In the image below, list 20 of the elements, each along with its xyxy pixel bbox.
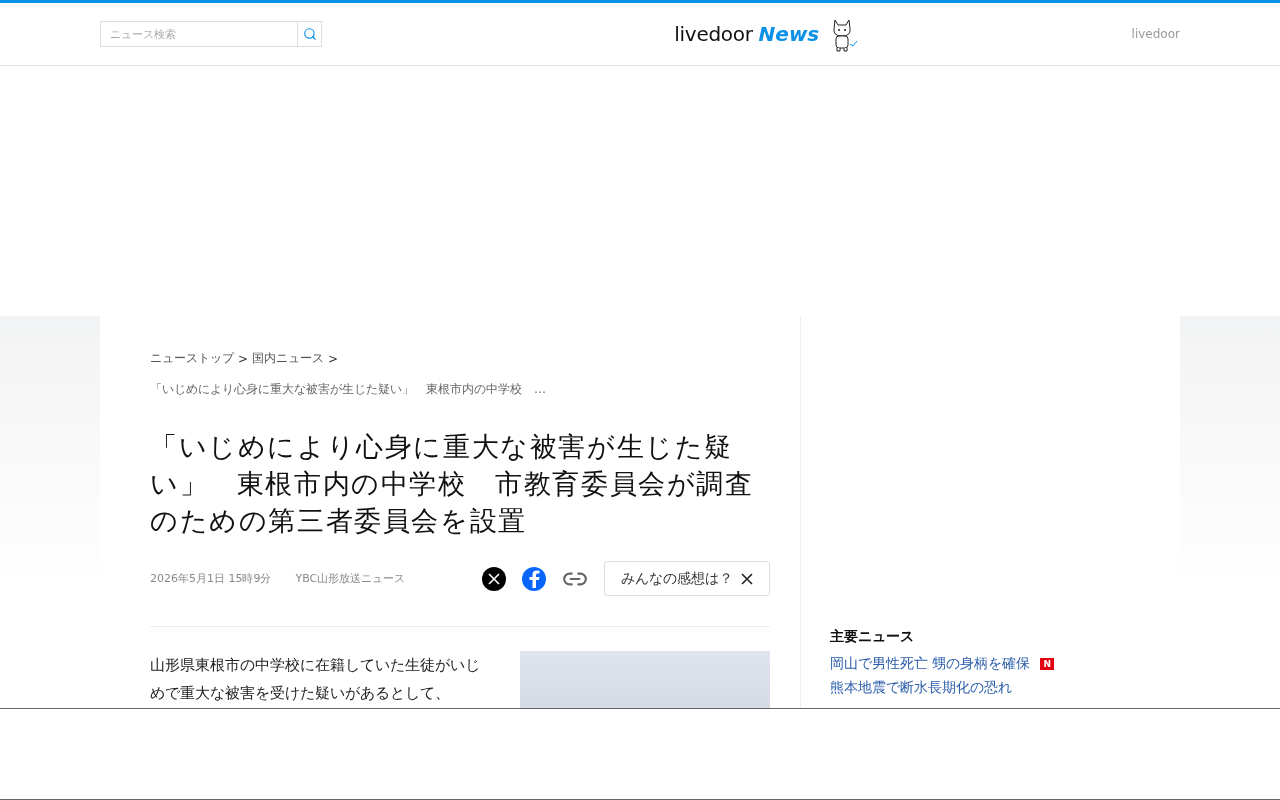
breadcrumb-link[interactable]: 国内ニュース [252,350,325,367]
breadcrumb-separator: > [328,351,339,366]
news-link[interactable]: 熊本地震で断水長期化の恐れ [830,679,1012,697]
facebook-share-icon[interactable] [522,566,546,591]
section-heading: 主要ニュース [830,628,915,646]
article-body: 山形県東根市の中学校に在籍していた生徒がいじめで重大な被害を受けた疑いがあるとして、 [150,655,481,704]
news-link[interactable]: 岡山で男性死亡 甥の身柄を確保 [830,655,1031,673]
logo[interactable]: livedoor News [674,22,820,46]
x-icon [741,572,753,585]
breadcrumb-separator: > [238,351,249,366]
reaction-button[interactable]: みんなの感想は？ [604,561,770,596]
article-date: 2026年5月1日 15時9分 [150,571,272,586]
search-field[interactable]: ニュース検索 [100,21,322,47]
breadcrumb-link[interactable]: ニューストップ [150,350,234,367]
breadcrumb-current: 「いじめにより心身に重大な被害が生じた疑い」 東根市内の中学校 … [150,381,547,398]
article-source: YBC山形放送ニュース [295,571,406,586]
search-icon [302,27,317,41]
article-title: 「いじめにより心身に重大な被害が生じた疑い」 東根市内の中学校 市教育委員会が調査のための第三者委員会を設置 [150,430,755,538]
new-badge: N [1040,658,1054,670]
x-share-icon[interactable] [482,566,506,591]
